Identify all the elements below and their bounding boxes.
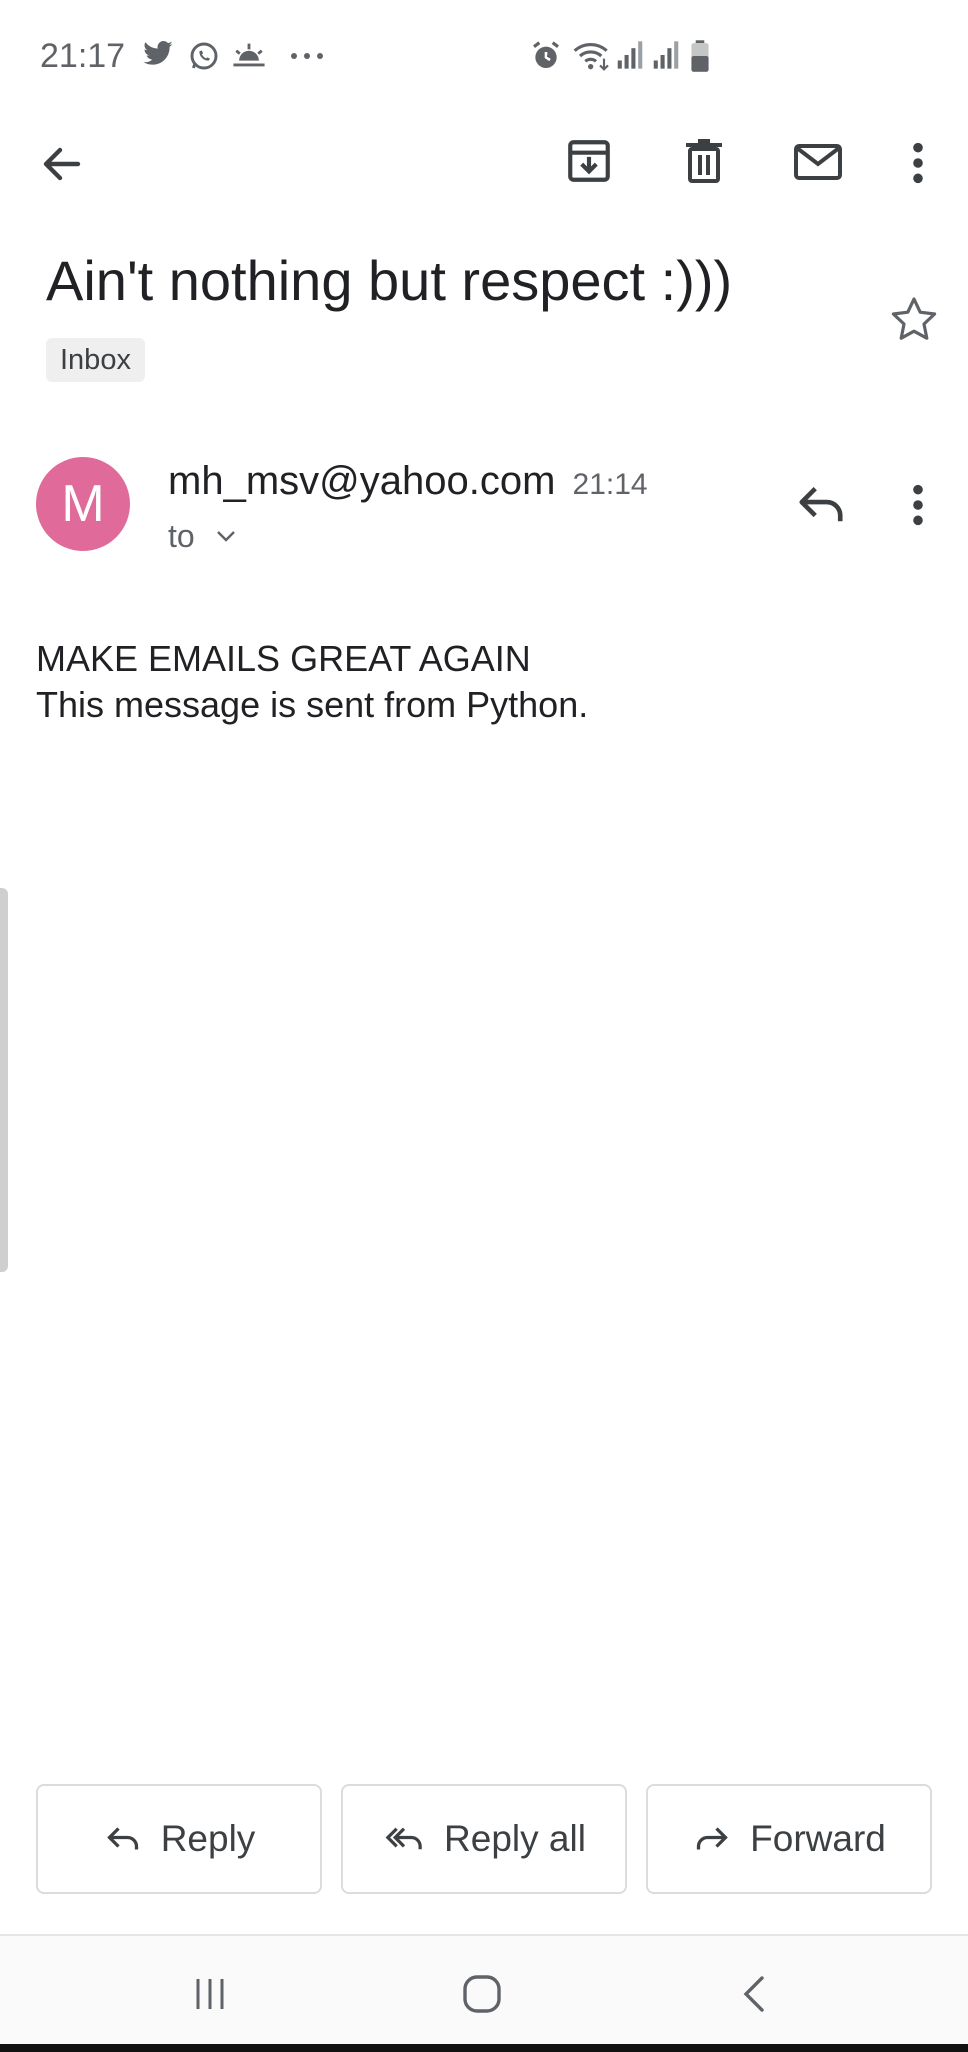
mark-unread-icon[interactable]: [792, 140, 844, 184]
star-icon[interactable]: [890, 296, 938, 342]
body-line: This message is sent from Python.: [36, 684, 589, 725]
twitter-icon: [143, 41, 173, 65]
back-icon[interactable]: [740, 1974, 768, 2014]
email-subject: Ain't nothing but respect :))): [46, 249, 733, 312]
recent-apps-icon[interactable]: [192, 1976, 228, 2012]
reply-icon[interactable]: [796, 484, 846, 524]
reply-icon: [106, 1827, 138, 1850]
signal-1-icon: [617, 41, 643, 69]
reply-label: Reply: [160, 1818, 256, 1859]
message-more-icon[interactable]: [908, 482, 928, 528]
signal-2-icon: [653, 41, 679, 69]
recipient-toggle[interactable]: to: [168, 514, 237, 558]
home-icon[interactable]: [460, 1972, 504, 2016]
whatsapp-icon: [190, 42, 218, 70]
archive-icon[interactable]: [564, 136, 614, 186]
sender-address: mh_msv@yahoo.com: [168, 459, 556, 503]
reply-all-label: Reply all: [444, 1818, 586, 1859]
sunrise-icon: [233, 43, 265, 67]
more-vert-icon[interactable]: [908, 140, 928, 186]
email-time: 21:14: [572, 468, 648, 501]
forward-button[interactable]: Forward: [646, 1784, 932, 1894]
screen-bottom-edge: [0, 2044, 968, 2052]
delete-icon[interactable]: [680, 136, 728, 186]
more-notifications-icon: [291, 53, 323, 59]
forward-label: Forward: [750, 1818, 886, 1859]
battery-icon: [691, 40, 709, 72]
body-line: MAKE EMAILS GREAT AGAIN: [36, 638, 531, 679]
sender-avatar[interactable]: M: [36, 457, 130, 551]
reply-button[interactable]: Reply: [36, 1784, 322, 1894]
reply-all-icon: [385, 1827, 422, 1850]
scroll-handle[interactable]: [0, 888, 8, 1272]
sender-line: mh_msv@yahoo.com 21:14: [168, 456, 648, 510]
status-time: 21:17: [40, 37, 126, 75]
reply-all-button[interactable]: Reply all: [341, 1784, 627, 1894]
chevron-down-icon: [216, 531, 235, 542]
wifi-icon: [573, 43, 609, 71]
back-arrow-icon[interactable]: [38, 140, 86, 188]
alarm-icon: [533, 41, 559, 68]
forward-icon: [696, 1827, 728, 1850]
email-body: MAKE EMAILS GREAT AGAIN This message is …: [36, 636, 588, 728]
to-label: to: [168, 518, 195, 554]
inbox-label-chip[interactable]: Inbox: [46, 338, 145, 382]
